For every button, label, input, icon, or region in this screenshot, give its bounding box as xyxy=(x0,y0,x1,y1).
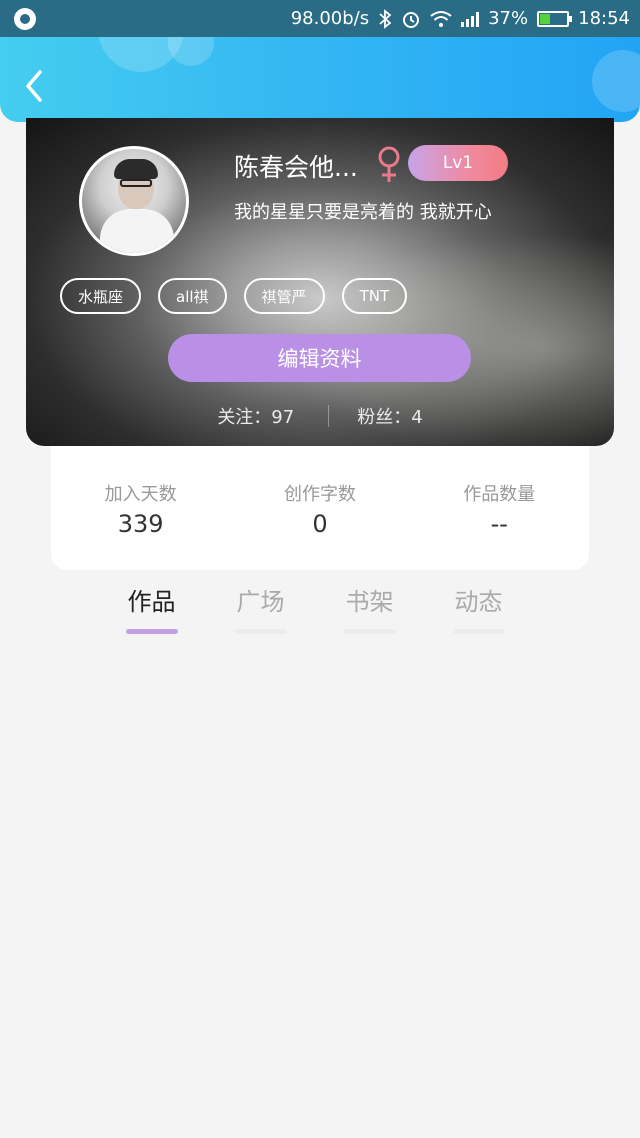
tab-indicator xyxy=(234,629,287,634)
avatar-shirt xyxy=(100,209,174,253)
stat-value: 339 xyxy=(117,510,164,538)
tag-list: 水瓶座 all祺 祺管严 TNT xyxy=(60,278,408,314)
avatar[interactable] xyxy=(79,146,189,256)
tag-item[interactable]: TNT xyxy=(341,278,408,314)
battery-percent: 37% xyxy=(488,8,529,29)
bluetooth-icon xyxy=(379,8,392,29)
profile-card: 陈春会他... Lv1 我的星星只要是亮着的 我就开心 水瓶座 all祺 祺管严… xyxy=(26,118,614,446)
back-button[interactable] xyxy=(18,66,54,106)
tab-indicator xyxy=(343,629,396,634)
network-speed: 98.00b/s xyxy=(290,8,370,29)
stat-value: 0 xyxy=(312,510,328,538)
tab-label: 作品 xyxy=(127,588,176,616)
app-icon xyxy=(14,7,36,30)
stat-join-days: 加入天数 339 xyxy=(61,480,221,570)
wifi-icon xyxy=(430,10,452,27)
stat-value: -- xyxy=(490,510,508,538)
stat-works-count: 作品数量 -- xyxy=(419,480,579,570)
tab-label: 书架 xyxy=(345,588,394,616)
stat-label: 加入天数 xyxy=(104,484,177,505)
divider xyxy=(328,405,330,427)
status-bar: 98.00b/s 37% 18:54 xyxy=(0,0,640,37)
tab-bar: 作品 广场 书架 动态 xyxy=(120,582,510,634)
tab-square[interactable]: 广场 xyxy=(229,582,292,634)
decor-bubble-3 xyxy=(592,50,640,112)
tab-indicator xyxy=(452,629,505,634)
stat-label: 创作字数 xyxy=(283,484,356,505)
tab-activity[interactable]: 动态 xyxy=(447,582,510,634)
female-icon xyxy=(378,146,400,182)
tab-bookshelf[interactable]: 书架 xyxy=(338,582,401,634)
clock: 18:54 xyxy=(578,8,630,29)
following-count[interactable]: 关注：97 xyxy=(217,403,294,429)
fans-count[interactable]: 粉丝：4 xyxy=(357,403,422,429)
edit-profile-button[interactable]: 编辑资料 xyxy=(168,334,471,382)
avatar-glasses xyxy=(120,179,152,187)
battery-icon xyxy=(537,10,573,27)
chevron-left-icon xyxy=(26,70,42,102)
tag-item[interactable]: 祺管严 xyxy=(243,278,325,314)
tag-item[interactable]: 水瓶座 xyxy=(60,278,142,314)
signal-icon xyxy=(461,11,480,27)
level-badge: Lv1 xyxy=(408,145,508,181)
user-name: 陈春会他... xyxy=(234,153,358,182)
stat-word-count: 创作字数 0 xyxy=(240,480,400,570)
stat-label: 作品数量 xyxy=(463,484,536,505)
tab-label: 动态 xyxy=(454,588,503,616)
stats-card: 加入天数 339 创作字数 0 作品数量 -- xyxy=(51,446,589,570)
tag-item[interactable]: all祺 xyxy=(158,278,227,314)
header-bar: 98.00b/s 37% 18:54 xyxy=(0,0,640,122)
follow-stats: 关注：97 粉丝：4 xyxy=(26,402,614,430)
tab-works[interactable]: 作品 xyxy=(120,582,183,634)
battery-fill xyxy=(540,13,550,24)
alarm-icon xyxy=(403,11,420,28)
tab-indicator xyxy=(125,629,178,634)
avatar-hair xyxy=(114,159,158,179)
user-signature: 我的星星只要是亮着的 我就开心 xyxy=(234,202,492,223)
tab-label: 广场 xyxy=(236,588,285,616)
